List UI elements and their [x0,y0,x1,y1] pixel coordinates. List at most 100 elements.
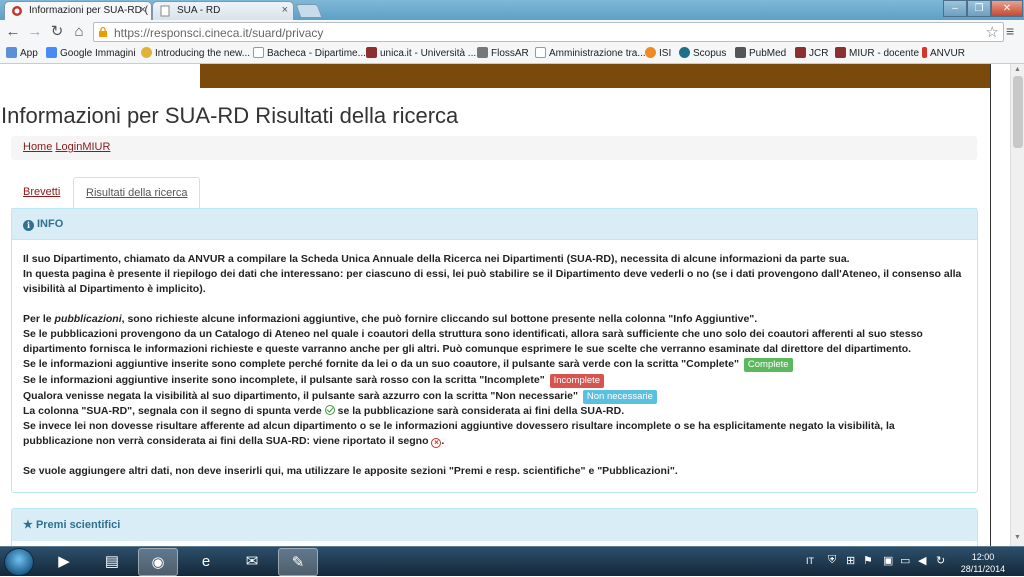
new-tab-button[interactable] [295,4,323,18]
browser-tab-strip: Informazioni per SUA-RD ( × SUA - RD × –… [0,0,1024,20]
site-favicon-icon [12,6,22,16]
security-warning-icon [99,26,107,37]
info-panel: i INFO Il suo Dipartimento, chiamato da A… [11,208,978,493]
info-icon: i [23,220,34,231]
bookmark-item[interactable]: JCR [795,47,828,59]
clock-time: 12:00 [971,552,995,562]
info-paragraph: La colonna "SUA-RD", segnala con il segn… [23,405,625,417]
info-paragraph: Se le informazioni aggiuntive inserite s… [23,357,966,372]
start-button[interactable] [4,548,34,576]
flag-icon[interactable]: ⚑ [863,554,873,567]
home-icon[interactable]: ⌂ [70,23,88,41]
premi-panel-heading[interactable]: ★ Premi scientifici [12,509,977,541]
bookmark-item[interactable]: ANVUR [922,47,965,59]
info-paragraph: Il suo Dipartimento, chiamato da ANVUR a… [23,253,850,265]
breadcrumb-home-link[interactable]: Home [23,141,52,153]
close-tab-icon[interactable]: × [140,4,146,16]
jcr-icon [795,47,806,58]
info-panel-heading: i INFO [12,209,977,240]
bookmark-item[interactable]: PubMed [735,47,786,59]
close-window-button[interactable]: ✕ [991,0,1023,17]
info-panel-body: Il suo Dipartimento, chiamato da ANVUR a… [12,240,977,491]
page-border [990,64,991,546]
menu-icon[interactable]: ≡ [1006,23,1014,39]
scroll-up-icon[interactable]: ▲ [1014,66,1021,73]
clock-date: 28/11/2014 [960,564,1006,574]
file-explorer-icon[interactable]: ▤ [92,548,132,576]
network-icon[interactable]: ⊞ [846,554,855,567]
sync-icon[interactable]: ↻ [936,554,945,567]
reload-icon[interactable]: ↻ [48,23,66,41]
bookmark-item[interactable]: MIUR - docente [835,47,919,59]
page-title: Informazioni per SUA-RD Risultati della … [1,103,459,128]
breadcrumb-login-link[interactable]: LoginMIUR [55,141,110,153]
language-indicator[interactable]: IT [806,556,814,566]
page-icon [535,47,546,58]
breadcrumb: Home LoginMIUR [11,136,977,160]
star-icon: ★ [23,519,33,531]
url-text: https://responsci.cineca.it/suard/privac… [114,26,324,40]
bookmark-star-icon[interactable]: ☆ [986,23,999,41]
app-taskbar-icon[interactable]: ✎ [278,548,318,576]
page-icon [160,5,170,17]
incomplete-badge: Incomplete [549,374,605,388]
scroll-down-icon[interactable]: ▼ [1014,534,1021,541]
forward-arrow-icon[interactable]: → [26,23,44,41]
miur-icon [835,47,846,58]
info-paragraph: Se le pubblicazioni provengono da un Cat… [23,328,923,355]
pubmed-icon [735,47,746,58]
browser-tab-inactive[interactable]: SUA - RD × [152,1,294,20]
browser-tab-active[interactable]: Informazioni per SUA-RD ( × [4,1,152,20]
bookmark-item[interactable]: Google Immagini [46,47,136,59]
bookmark-item[interactable]: FlossAR [477,47,529,59]
page-icon [253,47,264,58]
power-icon[interactable]: ▭ [900,554,910,567]
minimize-button[interactable]: – [943,0,967,17]
system-clock[interactable]: 12:00 28/11/2014 [958,551,1008,575]
internet-explorer-icon[interactable]: e [186,548,226,576]
tab-brevetti[interactable]: Brevetti [11,177,72,209]
info-paragraph: Se le informazioni aggiuntive inserite s… [23,373,966,388]
page-scrollbar[interactable]: ▲ ▼ [1010,64,1024,546]
shield-icon[interactable]: ⛨ [828,554,836,567]
chrome-taskbar-icon[interactable]: ◉ [138,548,178,576]
volume-icon[interactable]: ◀ [918,554,926,567]
bookmark-app[interactable]: App [6,47,38,59]
page-viewport: Informazioni per SUA-RD Risultati della … [0,64,1010,546]
apps-icon [6,47,17,58]
bookmark-item[interactable]: Bacheca - Dipartime... [253,47,366,59]
bookmark-item[interactable]: Scopus [679,47,726,59]
info-paragraph: In questa pagina è presente il riepilogo… [23,268,962,295]
anvur-icon [922,47,927,58]
outlook-icon[interactable]: ✉ [232,548,272,576]
windows-taskbar: ▶ ▤ ◉ e ✉ ✎ IT ⛨ ⊞ ⚑ ▣ ▭ ◀ ↻ 12:00 28/11… [0,546,1024,576]
complete-badge: Complete [743,358,793,372]
scopus-icon [679,47,690,58]
bookmarks-bar: App Google Immagini Introducing the new.… [0,44,1024,64]
bookmark-item[interactable]: ISI [645,47,671,59]
isi-icon [645,47,656,58]
info-paragraph: Qualora venisse negata la visibilità al … [23,389,966,404]
display-icon[interactable]: ▣ [883,554,893,567]
google-icon [46,47,57,58]
media-player-icon[interactable]: ▶ [44,548,84,576]
tab-risultati-ricerca[interactable]: Risultati della ricerca [73,177,201,210]
header-banner [200,64,990,88]
check-circle-icon [324,405,335,415]
restore-button[interactable]: ❐ [967,0,991,17]
bookmark-item[interactable]: Introducing the new... [141,47,250,59]
close-tab-icon[interactable]: × [282,4,288,16]
premi-panel: ★ Premi scientifici [11,508,978,546]
bookmark-item[interactable]: unica.it - Università ... [366,47,476,59]
x-circle-icon: × [431,438,442,448]
unica-icon [366,47,377,58]
address-bar[interactable]: https://responsci.cineca.it/suard/privac… [93,22,1004,42]
info-paragraph: Se invece lei non dovesse risultare affe… [23,420,895,448]
back-arrow-icon[interactable]: ← [4,23,22,41]
browser-toolbar: ← → ↻ ⌂ https://responsci.cineca.it/suar… [0,20,1024,44]
browser-tab-title: SUA - RD [177,5,221,16]
non-necessarie-badge: Non necessarie [582,390,657,404]
scrollbar-thumb[interactable] [1013,76,1023,148]
bookmark-item[interactable]: Amministrazione tra... [535,47,646,59]
info-paragraph: Se vuole aggiungere altri dati, non deve… [23,465,678,477]
